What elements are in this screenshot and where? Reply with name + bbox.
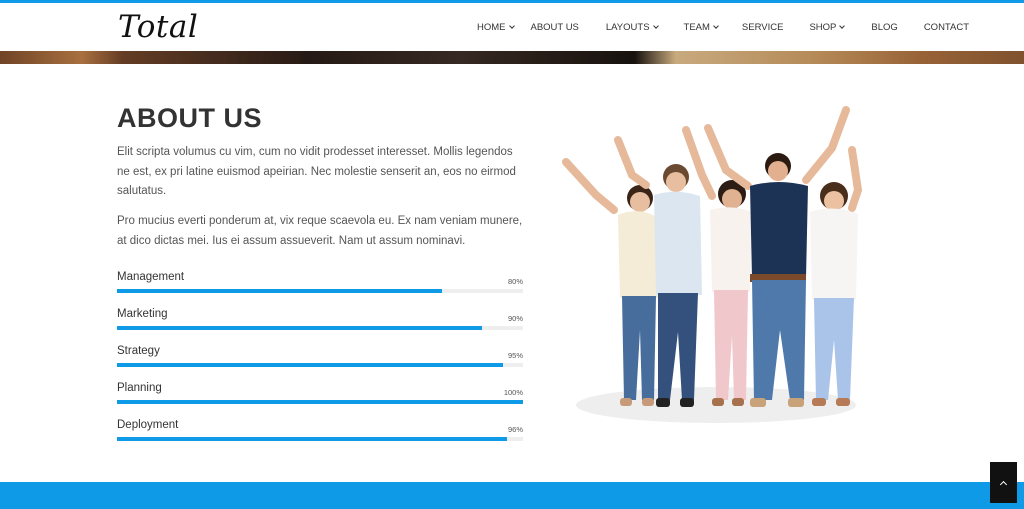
- hero-image-strip: [0, 51, 1024, 64]
- main-nav: HOME ABOUT US LAYOUTS TEAM SERVICE SHOP BLOG CO…: [477, 22, 969, 33]
- nav-item-about-us[interactable]: ABOUT US: [531, 22, 579, 33]
- chevron-down-icon: [839, 23, 846, 29]
- nav-item-shop[interactable]: SHOP: [809, 22, 846, 33]
- skill-progress-fill: [117, 289, 442, 293]
- nav-item-home[interactable]: HOME: [477, 22, 515, 33]
- site-logo[interactable]: Total: [118, 9, 198, 45]
- nav-item-label: HOME: [477, 22, 506, 33]
- skill-progress-fill: [117, 400, 523, 404]
- scroll-to-top-button[interactable]: [990, 462, 1017, 503]
- skill-label: Planning: [117, 382, 162, 394]
- skill-progress-track: [117, 289, 523, 293]
- skill-label: Marketing: [117, 308, 168, 320]
- skill-label: Deployment: [117, 419, 179, 431]
- skill-label: Management: [117, 271, 185, 283]
- skill-progress-track: [117, 400, 523, 404]
- chevron-down-icon: [508, 23, 515, 29]
- skill-percent: 95%: [507, 351, 523, 360]
- skill-percent: 80%: [507, 277, 523, 286]
- skill-label: Strategy: [117, 345, 160, 357]
- skill-percent: 96%: [507, 425, 523, 434]
- skill-progress-fill: [117, 363, 503, 367]
- about-paragraph-2: Pro mucius everti ponderum at, vix reque…: [117, 215, 523, 247]
- nav-item-service[interactable]: SERVICE: [742, 22, 784, 33]
- bottom-accent-band: [0, 482, 1024, 509]
- nav-item-label: SERVICE: [741, 22, 784, 33]
- group-of-people-image: [562, 106, 863, 423]
- skill-progress-track: [117, 326, 523, 330]
- nav-item-label: LAYOUTS: [605, 22, 650, 33]
- nav-item-team[interactable]: TEAM: [683, 22, 719, 33]
- nav-item-label: BLOG: [871, 22, 898, 33]
- skill-progress-fill: [117, 326, 483, 330]
- nav-item-label: SHOP: [809, 22, 837, 33]
- nav-item-label: TEAM: [683, 22, 710, 33]
- nav-item-contact[interactable]: CONTACT: [924, 22, 969, 33]
- chevron-up-icon: [999, 480, 1008, 488]
- nav-item-blog[interactable]: BLOG: [871, 22, 897, 33]
- skill-percent: 100%: [503, 388, 523, 397]
- skills-list: Management 80% Marketing 90% Strategy 95% Plan…: [117, 270, 523, 455]
- chevron-down-icon: [652, 23, 659, 29]
- skill-progress-track: [117, 437, 523, 441]
- skill-percent: 90%: [507, 314, 523, 323]
- nav-item-label: CONTACT: [923, 22, 970, 33]
- skill-management: Management 80%: [117, 270, 523, 307]
- site-header: Total HOME ABOUT US LAYOUTS TEAM SERVICE SHOP…: [0, 3, 1024, 51]
- chevron-down-icon: [713, 23, 719, 29]
- nav-item-layouts[interactable]: LAYOUTS: [605, 22, 659, 33]
- about-title: ABOUT US: [117, 103, 262, 133]
- skill-strategy: Strategy 95%: [117, 344, 523, 381]
- skill-deployment: Deployment 96%: [117, 418, 523, 455]
- skill-progress-track: [117, 363, 523, 367]
- skill-progress-fill: [117, 437, 507, 441]
- about-paragraph-1: Elit scripta volumus cu vim, cum no vidi…: [117, 146, 516, 197]
- skill-marketing: Marketing 90%: [117, 307, 523, 344]
- team-photo: [556, 100, 876, 430]
- skill-planning: Planning 100%: [117, 381, 523, 418]
- nav-item-label: ABOUT US: [530, 22, 579, 33]
